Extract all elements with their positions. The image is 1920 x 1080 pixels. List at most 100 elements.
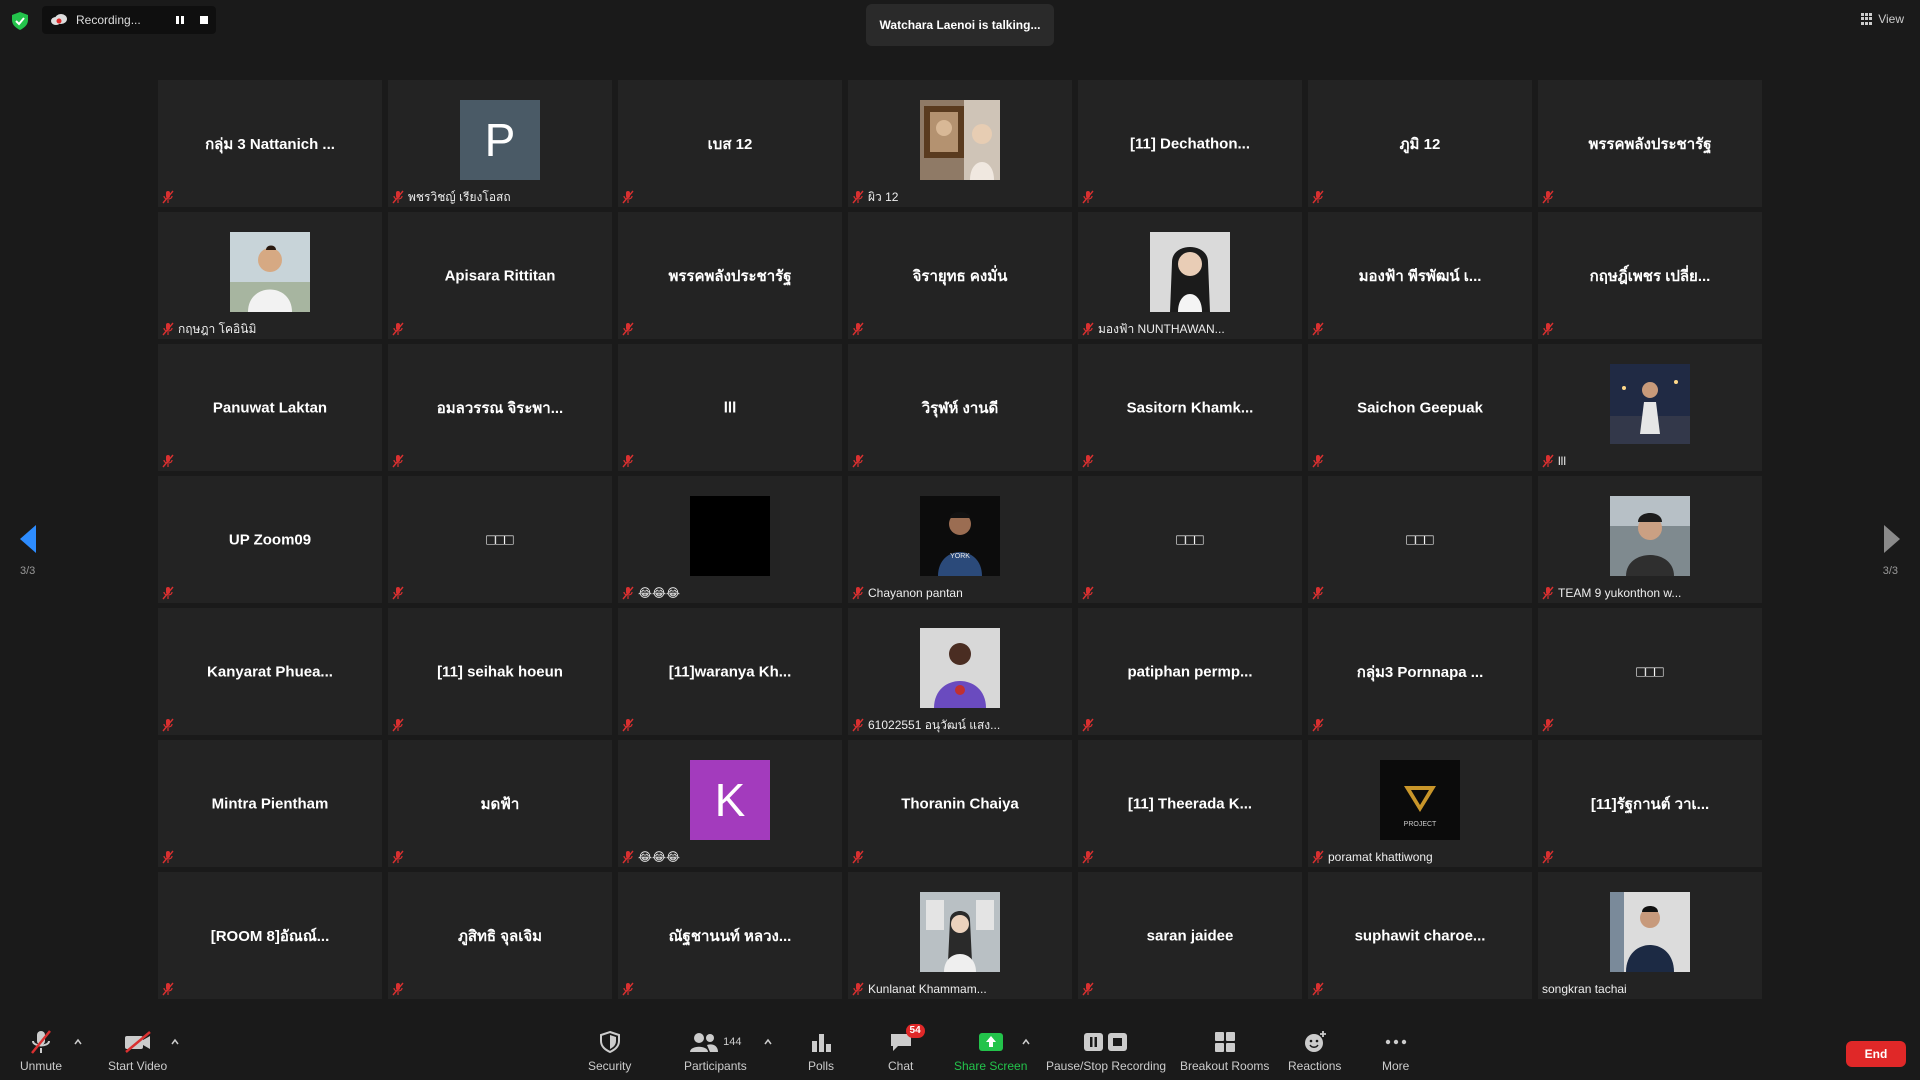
participant-tile[interactable]: มองฟ้า พีรพัฒน์ เ... — [1308, 212, 1532, 339]
profile-photo — [920, 627, 1000, 708]
participant-tile[interactable]: UP Zoom09 — [158, 476, 382, 603]
unmute-button[interactable]: Unmute — [20, 1028, 62, 1073]
participant-tile[interactable]: Panuwat Laktan — [158, 344, 382, 471]
participant-tile[interactable]: มองฟ้า NUNTHAWAN... — [1078, 212, 1302, 339]
participant-tile[interactable]: [ROOM 8]อัณณ์... — [158, 872, 382, 999]
participant-footer — [1312, 321, 1526, 337]
participant-footer — [162, 717, 376, 733]
polls-button[interactable]: Polls — [808, 1028, 834, 1073]
participant-tile[interactable]: Kanyarat Phuea... — [158, 608, 382, 735]
profile-photo — [1610, 363, 1690, 444]
participant-tile[interactable]: songkran tachai — [1538, 872, 1762, 999]
participant-tile[interactable]: Thoranin Chaiya — [848, 740, 1072, 867]
reactions-button[interactable]: Reactions — [1288, 1028, 1341, 1073]
muted-microphone-icon — [162, 190, 174, 204]
participant-tile[interactable]: patiphan permp... — [1078, 608, 1302, 735]
participant-tile[interactable]: จิรายุทธ คงมั่น — [848, 212, 1072, 339]
participant-tile[interactable]: saran jaidee — [1078, 872, 1302, 999]
participant-tile[interactable]: suphawit charoe... — [1308, 872, 1532, 999]
avatar-letter: K — [714, 773, 746, 826]
share-screen-button[interactable]: Share Screen — [954, 1028, 1027, 1073]
participant-tile[interactable]: lll — [1538, 344, 1762, 471]
participant-name: Apisara Rittitan — [444, 267, 556, 284]
participant-name: Mintra Pientham — [211, 795, 329, 812]
participant-tile[interactable]: อมลวรรณ จิระพา... — [388, 344, 612, 471]
participant-tile[interactable]: lll — [618, 344, 842, 471]
start-video-button[interactable]: Start Video — [108, 1028, 167, 1073]
participant-tile[interactable]: Mintra Pientham — [158, 740, 382, 867]
participant-tile[interactable]: Saichon Geepuak — [1308, 344, 1532, 471]
participant-tile[interactable]: ณัฐชานนท์ หลวง... — [618, 872, 842, 999]
participant-tile[interactable]: YORK Chayanon pantan — [848, 476, 1072, 603]
participant-tile[interactable]: กฤษฎิ์เพชร เปลี่ย... — [1538, 212, 1762, 339]
participants-button[interactable]: 144 Participants — [684, 1028, 747, 1073]
participant-tile[interactable]: [11] seihak hoeun — [388, 608, 612, 735]
participant-tile[interactable]: กฤษฎา โคอินิมิ — [158, 212, 382, 339]
muted-microphone-icon — [1312, 190, 1324, 204]
participant-tile[interactable]: Kunlanat Khammam... — [848, 872, 1072, 999]
participant-tile[interactable]: เบส 12 — [618, 80, 842, 207]
participant-tile[interactable]: พรรคพลังประชารัฐ — [618, 212, 842, 339]
participant-tile[interactable]: P พชรวิชญ์ เรียงโอสถ — [388, 80, 612, 207]
muted-microphone-icon — [622, 718, 634, 732]
participant-footer: 😂😂😂 — [622, 849, 836, 865]
security-button[interactable]: Security — [588, 1028, 631, 1073]
recording-indicator: Recording... — [42, 6, 216, 34]
participant-tile[interactable]: กลุ่ม 3 Nattanich ... — [158, 80, 382, 207]
breakout-rooms-button[interactable]: Breakout Rooms — [1180, 1028, 1269, 1073]
muted-microphone-icon — [392, 718, 404, 732]
participant-name: UP Zoom09 — [228, 531, 312, 548]
muted-microphone-icon — [1082, 190, 1094, 204]
participant-tile[interactable]: □□□ — [1538, 608, 1762, 735]
previous-page-arrow-icon[interactable] — [18, 523, 38, 555]
participant-tile[interactable]: พรรคพลังประชารัฐ — [1538, 80, 1762, 207]
participant-footer — [162, 189, 376, 205]
participant-footer — [1542, 321, 1756, 337]
active-speaker-banner: Watchara Laenoi is talking... — [866, 4, 1054, 46]
participant-tile[interactable]: [11]รัฐกานต์ วาเ... — [1538, 740, 1762, 867]
participant-tile[interactable]: Sasitorn Khamk... — [1078, 344, 1302, 471]
unmute-label: Unmute — [20, 1059, 63, 1073]
video-options-caret-icon[interactable] — [171, 1038, 179, 1046]
avatar-letter: P — [484, 113, 516, 166]
audio-options-caret-icon[interactable] — [74, 1038, 82, 1046]
participant-tile[interactable]: 61022551 อนุวัฒน์ แสง... — [848, 608, 1072, 735]
security-shield-icon[interactable] — [12, 12, 28, 30]
participant-footer-name: 😂😂😂 — [638, 586, 681, 600]
participant-tile[interactable]: TEAM 9 yukonthon w... — [1538, 476, 1762, 603]
participant-tile[interactable]: [11] Dechathon... — [1078, 80, 1302, 207]
participant-tile[interactable]: ภูมิ 12 — [1308, 80, 1532, 207]
end-meeting-button[interactable]: End — [1846, 1041, 1906, 1067]
participant-tile[interactable]: □□□ — [388, 476, 612, 603]
participant-footer — [1312, 189, 1526, 205]
participant-tile[interactable]: PROJECT poramat khattiwong — [1308, 740, 1532, 867]
participant-tile[interactable]: [11] Theerada K... — [1078, 740, 1302, 867]
participant-tile[interactable]: 😂😂😂 — [618, 476, 842, 603]
share-options-caret-icon[interactable] — [1022, 1038, 1030, 1046]
view-button[interactable]: View — [1861, 12, 1904, 26]
participant-footer — [622, 717, 836, 733]
stop-recording-button[interactable] — [192, 10, 216, 30]
participant-tile[interactable]: ผิว 12 — [848, 80, 1072, 207]
participant-tile[interactable]: กลุ่ม3 Pornnapa ... — [1308, 608, 1532, 735]
participant-footer — [622, 189, 836, 205]
page-indicator-right: 3/3 — [1882, 565, 1898, 577]
participant-tile[interactable]: Apisara Rittitan — [388, 212, 612, 339]
chat-button[interactable]: 54 Chat — [888, 1024, 925, 1073]
participant-tile[interactable]: [11]waranya Kh... — [618, 608, 842, 735]
reactions-smiley-icon — [1304, 1031, 1326, 1052]
participant-tile[interactable]: มดฟ้า — [388, 740, 612, 867]
participant-tile[interactable]: □□□ — [1308, 476, 1532, 603]
participant-footer — [1312, 585, 1526, 601]
participant-footer: 61022551 อนุวัฒน์ แสง... — [852, 717, 1066, 733]
participant-tile[interactable]: K 😂😂😂 — [618, 740, 842, 867]
participant-tile[interactable]: วิรุฬห์ งานดี — [848, 344, 1072, 471]
pause-stop-recording-button[interactable]: Pause/Stop Recording — [1046, 1028, 1166, 1073]
more-button[interactable]: More — [1382, 1028, 1409, 1073]
participant-tile[interactable]: □□□ — [1078, 476, 1302, 603]
pause-recording-button[interactable] — [168, 10, 192, 30]
muted-microphone-icon — [392, 982, 404, 996]
participants-options-caret-icon[interactable] — [764, 1038, 772, 1046]
next-page-arrow-icon[interactable] — [1882, 523, 1902, 555]
participant-tile[interactable]: ภูสิทธิ จุลเจิม — [388, 872, 612, 999]
